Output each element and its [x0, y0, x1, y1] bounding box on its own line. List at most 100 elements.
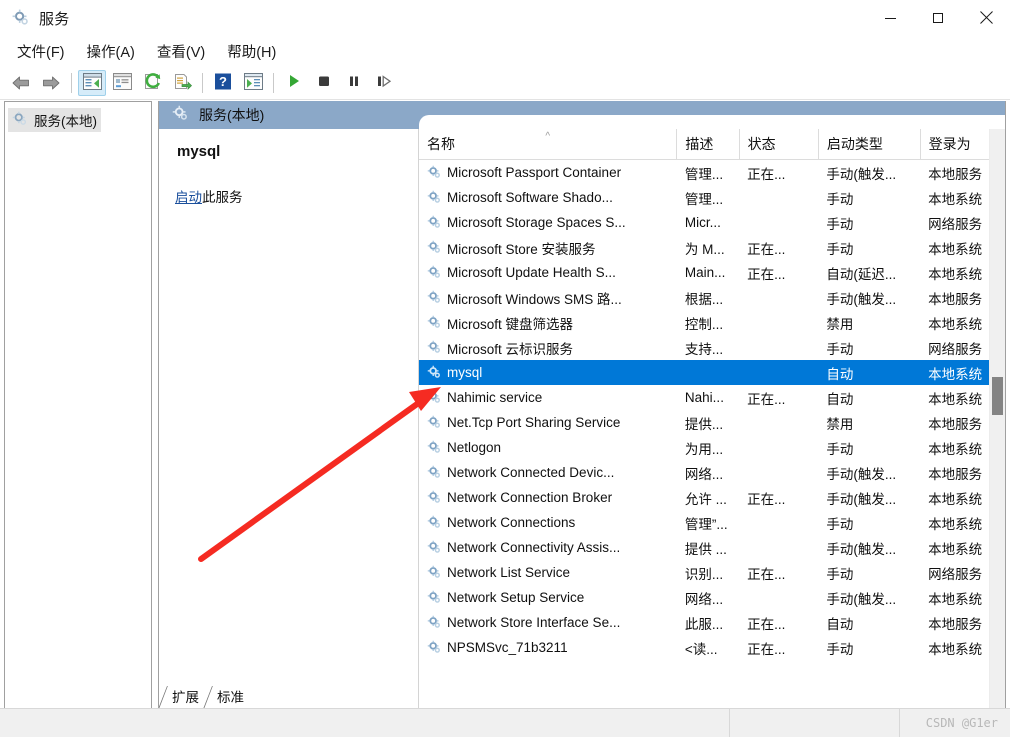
console-header: 服务(本地) [159, 101, 1005, 131]
cell-startup-type: 手动 [826, 641, 854, 657]
table-row[interactable]: Microsoft Passport Container 管理... 正在... 手动… [419, 160, 1005, 186]
table-row[interactable]: Microsoft 云标识服务 支持... 手动 网络服务 [419, 335, 1005, 360]
table-header-row: ^ 名称 描述 状态 启动类型 登录为 [419, 129, 1005, 160]
cell-status: 正在... [747, 391, 786, 407]
tab-extended[interactable]: 扩展 [158, 686, 209, 709]
service-name-text: Microsoft 云标识服务 [447, 341, 574, 357]
menu-help[interactable]: 帮助(H) [216, 38, 287, 65]
cell-description: 为 M... [684, 241, 725, 257]
help-button[interactable]: ? [209, 70, 237, 96]
restart-service-button[interactable] [370, 70, 398, 96]
services-gear-icon [12, 9, 30, 27]
toolbar-separator-2 [202, 72, 203, 93]
title-bar: 服务 [0, 0, 1010, 36]
column-status[interactable]: 状态 [739, 129, 819, 160]
back-button[interactable] [7, 70, 35, 96]
table-row[interactable]: Network Connections 管理”... 手动 本地系统 [419, 510, 1005, 535]
table-row[interactable]: Network List Service 识别... 正在... 手动 网络服务 [419, 560, 1005, 585]
selected-service-name: mysql [177, 143, 221, 160]
table-row[interactable]: Microsoft Update Health S... Main... 正在...… [419, 260, 1005, 285]
console-tree-icon [82, 72, 102, 93]
cell-startup-type: 手动(触发... [826, 466, 897, 482]
service-name-text: Network Connected Devic... [447, 465, 615, 480]
refresh-button[interactable] [138, 70, 166, 96]
cell-startup-type: 手动 [826, 191, 854, 207]
service-name-text: Network Connectivity Assis... [447, 540, 621, 555]
cell-startup-type: 手动(触发... [826, 166, 897, 182]
vertical-scrollbar[interactable] [989, 129, 1005, 708]
service-name-text: Network Connection Broker [447, 490, 613, 505]
show-hide-tree-button[interactable] [78, 69, 106, 96]
column-name[interactable]: ^ 名称 [419, 129, 678, 160]
table-row[interactable]: Microsoft Storage Spaces S... Micr... 手动 网络… [419, 210, 1005, 235]
toolbar-separator-3 [273, 72, 274, 93]
table-row[interactable]: Net.Tcp Port Sharing Service 提供... 禁用 本地服务 [419, 410, 1005, 435]
service-name-text: Microsoft Update Health S... [447, 265, 616, 280]
menu-file[interactable]: 文件(F) [6, 38, 76, 65]
scrollbar-thumb[interactable] [992, 377, 1003, 415]
start-service-link[interactable]: 启动 [175, 190, 202, 205]
cell-startup-type: 禁用 [826, 316, 854, 332]
watermark: CSDN @G1er [925, 716, 998, 730]
cell-startup-type: 手动 [826, 516, 854, 532]
forward-button[interactable] [37, 70, 65, 96]
maximize-button[interactable] [914, 0, 962, 36]
stop-service-button[interactable] [310, 70, 338, 96]
cell-name: Microsoft Store 安装服务 [419, 235, 677, 260]
start-service-button[interactable] [280, 70, 308, 96]
cell-description: 控制... [684, 316, 724, 332]
service-gear-icon [427, 165, 440, 178]
menu-bar: 文件(F) 操作(A) 查看(V) 帮助(H) [0, 38, 1010, 64]
cell-name: Network Connections [419, 510, 677, 535]
column-startup-type[interactable]: 启动类型 [818, 129, 921, 160]
table-row[interactable]: Network Connection Broker 允许 ... 正在... 手动(触… [419, 485, 1005, 510]
window-controls [866, 0, 1010, 36]
cell-description: Nahi... [684, 390, 724, 405]
table-row[interactable]: Network Connected Devic... 网络... 手动(触发... 本… [419, 460, 1005, 485]
close-button[interactable] [962, 0, 1010, 36]
services-gear-icon [12, 111, 28, 130]
service-gear-icon [427, 365, 440, 378]
sidebar-item-services-local[interactable]: 服务(本地) [8, 108, 101, 132]
cell-status [739, 335, 818, 360]
arrow-left-icon [10, 74, 32, 92]
play-icon [286, 73, 302, 92]
table-row[interactable]: Microsoft Windows SMS 路... 根据... 手动(触发... 本… [419, 285, 1005, 310]
tab-standard[interactable]: 标准 [203, 686, 254, 709]
export-list-button[interactable] [168, 70, 196, 96]
table-row[interactable]: Microsoft 键盘筛选器 控制... 禁用 本地系统 [419, 310, 1005, 335]
menu-view[interactable]: 查看(V) [146, 38, 216, 65]
table-row[interactable]: Microsoft Store 安装服务为 M... 正在... 手动 本地系统 [419, 235, 1005, 260]
services-table: ^ 名称 描述 状态 启动类型 登录为 Microsoft Passport C… [419, 129, 1005, 660]
cell-name: Network Connection Broker [419, 485, 677, 510]
show-action-pane-button[interactable] [239, 70, 267, 96]
cell-name: Network List Service [419, 560, 677, 585]
table-row[interactable]: Nahimic service Nahi... 正在... 自动 本地系统 [419, 385, 1005, 410]
service-gear-icon [427, 215, 440, 228]
table-row[interactable]: Netlogon 为用... 手动 本地系统 [419, 435, 1005, 460]
cell-description: 此服... [684, 616, 724, 632]
minimize-button[interactable] [866, 0, 914, 36]
cell-description: 管理... [684, 191, 724, 207]
cell-status [739, 210, 818, 235]
cell-startup-type: 手动(触发... [826, 291, 897, 307]
table-row[interactable]: mysql 自动 本地系统 [419, 360, 1005, 385]
service-name-text: Microsoft Storage Spaces S... [447, 215, 626, 230]
service-action-text: 启动此服务 [175, 186, 402, 206]
cell-startup-type: 自动 [826, 616, 854, 632]
table-row[interactable]: Microsoft Software Shado... 管理... 手动 本地系统 [419, 185, 1005, 210]
status-cell-secondary [730, 709, 900, 737]
table-row[interactable]: Network Store Interface Se... 此服... 正在... 自… [419, 610, 1005, 635]
table-row[interactable]: NPSMSvc_71b3211 <读... 正在... 手动 本地系统 [419, 635, 1005, 660]
pause-service-button[interactable] [340, 70, 368, 96]
properties-button[interactable] [108, 70, 136, 96]
table-row[interactable]: Network Connectivity Assis... 提供 ... 手动(触发… [419, 535, 1005, 560]
workspace: 服务(本地) 服务(本地) mysql 启动此服务 ^ 名称 描述 状态 启动类… [4, 101, 1006, 709]
cell-status: 正在... [747, 266, 786, 282]
menu-action[interactable]: 操作(A) [76, 38, 146, 65]
service-gear-icon [427, 465, 440, 478]
table-row[interactable]: Network Setup Service 网络... 手动(触发... 本地系统 [419, 585, 1005, 610]
cell-status: 正在... [747, 241, 786, 257]
column-description[interactable]: 描述 [676, 129, 740, 160]
service-gear-icon [427, 315, 440, 328]
